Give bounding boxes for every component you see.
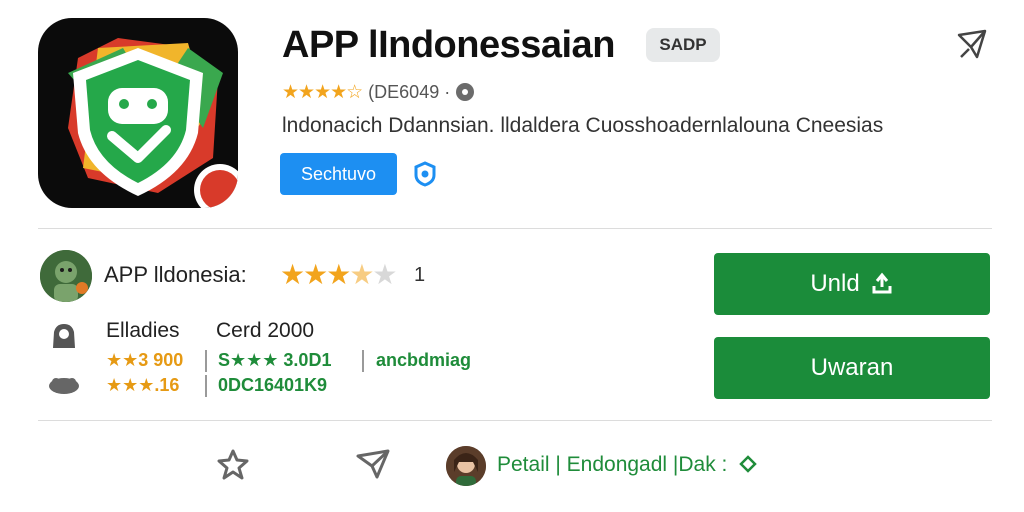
details-stars: ★★★★★ <box>280 259 398 290</box>
separator <box>362 350 364 372</box>
install-button[interactable]: Unld <box>714 253 990 315</box>
app-rating-row: ★★★★☆ (DE6049 · <box>282 80 475 104</box>
tag-chip[interactable]: SADP <box>646 28 720 62</box>
details-title: APP lldonesia: <box>104 262 247 287</box>
group-icon <box>46 366 82 402</box>
install-chip-button[interactable]: Sechtuvo <box>280 153 397 195</box>
app-title: APP lIndonessaian <box>282 24 615 66</box>
stat1-value: Cerd 2000 <box>216 319 315 342</box>
app-icon <box>38 18 238 208</box>
secondary-button-label: Uwaran <box>810 354 894 381</box>
details-stars-suffix: 1 <box>414 264 426 286</box>
share-icon <box>957 29 987 59</box>
favorite-button[interactable] <box>214 446 252 482</box>
downloads-icon <box>46 318 82 354</box>
info-icon <box>456 83 475 101</box>
download-icon <box>872 272 892 294</box>
diamond-icon <box>739 455 758 473</box>
developer-avatar <box>40 250 92 302</box>
verified-icon <box>412 161 438 187</box>
separator <box>205 375 207 397</box>
stat3-a: ★★★.16 <box>106 375 180 395</box>
divider-top <box>38 228 992 229</box>
send-button[interactable] <box>354 446 392 482</box>
user-avatar[interactable] <box>446 446 486 486</box>
share-button[interactable] <box>952 24 992 64</box>
shield-logo-icon <box>68 38 238 208</box>
stat2-b: S★★★ 3.0D1 <box>218 350 332 370</box>
footer-link[interactable]: Petail | Endongadl |Dak : <box>497 453 758 477</box>
stat1-label: Elladies <box>106 319 180 342</box>
divider-bottom <box>38 420 992 421</box>
app-rating-text: (DE6049 · <box>368 81 451 102</box>
stat2-c: ancbdmiag <box>376 350 472 370</box>
stat3-b: 0DC16401K9 <box>218 375 328 395</box>
separator <box>205 350 207 372</box>
stat2-a: ★★3 900 <box>106 350 184 370</box>
send-icon <box>356 449 390 479</box>
star-outline-icon <box>217 449 249 480</box>
footer-link-text: Petail | Endongadl |Dak : <box>497 453 728 476</box>
app-description: lndonacich Ddannsian. lldaldera Cuosshoa… <box>282 114 884 137</box>
install-button-label: Unld <box>810 270 860 297</box>
app-rating-stars: ★★★★☆ <box>282 81 363 103</box>
secondary-button[interactable]: Uwaran <box>714 337 990 399</box>
